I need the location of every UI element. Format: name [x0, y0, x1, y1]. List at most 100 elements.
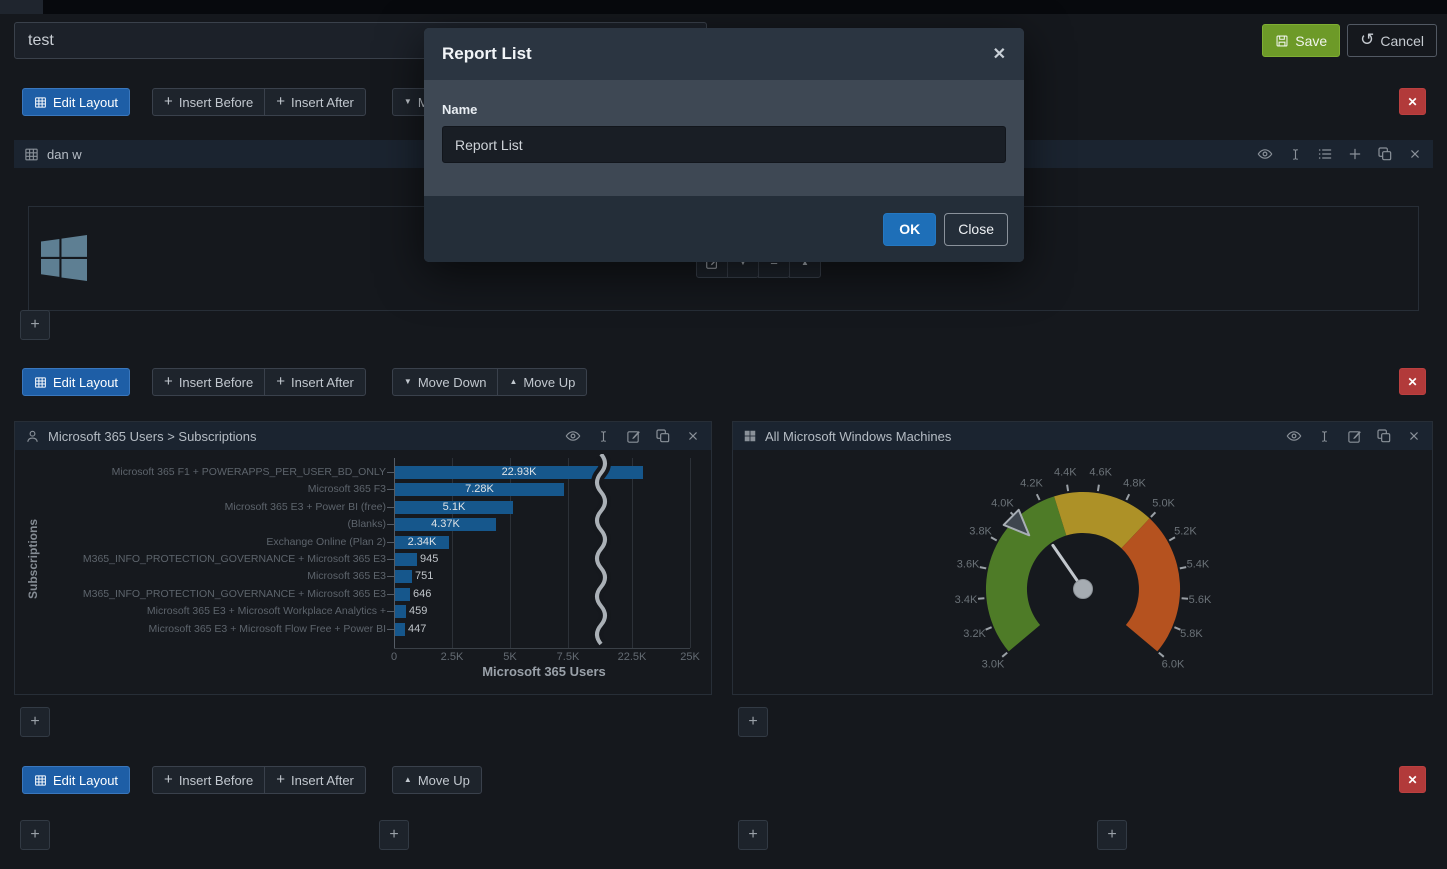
move-up-button[interactable]: ▲ Move Up: [497, 368, 587, 396]
bar-x-tick-label: 0: [372, 651, 416, 663]
move-up-label: Move Up: [523, 375, 575, 390]
bar-category-tick: [387, 524, 394, 525]
save-button[interactable]: Save: [1262, 24, 1340, 57]
gauge-tick: [1098, 485, 1099, 491]
bar-x-tick-label: 5K: [488, 651, 532, 663]
add-widget-button[interactable]: +: [20, 707, 50, 737]
bar-x-axis-line: [394, 648, 690, 649]
bar-category-label: Microsoft 365 E3 + Microsoft Workplace A…: [15, 605, 386, 618]
remove-section1-button[interactable]: ✕: [1399, 88, 1426, 115]
insert-after-button[interactable]: + Insert After: [264, 368, 366, 396]
person-icon: [25, 429, 40, 444]
close-icon[interactable]: [1407, 146, 1423, 162]
edit-pencil-icon[interactable]: [1346, 428, 1362, 444]
insert-before-button[interactable]: + Insert Before: [152, 88, 265, 116]
plus-icon: +: [164, 772, 173, 787]
add-widget-button[interactable]: +: [738, 820, 768, 850]
bar-category-label: Microsoft 365 E3 + Microsoft Flow Free +…: [15, 623, 386, 636]
gauge-tick-label: 4.8K: [1123, 477, 1146, 489]
ok-button[interactable]: OK: [883, 213, 936, 246]
insert-after-button[interactable]: + Insert After: [264, 88, 366, 116]
rename-text-cursor-icon[interactable]: [1287, 146, 1303, 162]
axis-break-squiggle: [591, 454, 611, 655]
move-down-label: Move Down: [418, 375, 487, 390]
list-icon[interactable]: [1317, 146, 1333, 162]
gauge-tick: [1151, 512, 1156, 517]
insert-group: + Insert Before + Insert After: [152, 88, 366, 116]
report-list-modal: Report List ✕ Name OK Close: [424, 28, 1024, 262]
edit-layout-button[interactable]: Edit Layout: [22, 766, 130, 794]
copy-icon[interactable]: [1376, 428, 1392, 444]
bar: [395, 553, 417, 566]
insert-before-button[interactable]: + Insert Before: [152, 368, 265, 396]
gauge-tick: [1037, 494, 1040, 500]
bar-header-icons: [565, 428, 701, 444]
insert-group: + Insert Before + Insert After: [152, 368, 366, 396]
copy-icon[interactable]: [1377, 146, 1393, 162]
gauge-tick: [1126, 494, 1129, 500]
preview-eye-icon[interactable]: [1257, 146, 1273, 162]
gauge-tick-label: 3.2K: [963, 628, 986, 640]
edit-layout-button[interactable]: Edit Layout: [22, 88, 130, 116]
gauge-needle-hub: [1074, 580, 1093, 599]
close-icon[interactable]: [1406, 428, 1422, 444]
add-widget-button[interactable]: +: [20, 310, 50, 340]
add-widget-button[interactable]: +: [1097, 820, 1127, 850]
preview-eye-icon[interactable]: [565, 428, 581, 444]
bar: [395, 623, 405, 636]
report-list-name-input[interactable]: [442, 126, 1006, 163]
remove-section2-button[interactable]: ✕: [1399, 368, 1426, 395]
add-widget-button[interactable]: +: [379, 820, 409, 850]
bar-chart-plot: 02.5K5K7.5K22.5K25KMicrosoft 365 F1 + PO…: [15, 450, 711, 694]
triangle-up-icon: ▲: [509, 378, 517, 386]
save-label: Save: [1295, 33, 1327, 49]
gauge-tick: [986, 627, 992, 630]
insert-before-button[interactable]: + Insert Before: [152, 766, 265, 794]
bar-value-label: 447: [408, 623, 426, 636]
cancel-button[interactable]: ↺ Cancel: [1347, 24, 1437, 57]
gauge-header-icons: [1286, 428, 1422, 444]
name-field-label: Name: [442, 102, 1006, 117]
top-strip: [0, 0, 1447, 14]
add-plus-icon[interactable]: [1347, 146, 1363, 162]
undo-icon: ↺: [1360, 31, 1374, 48]
close-icon[interactable]: [685, 428, 701, 444]
preview-eye-icon[interactable]: [1286, 428, 1302, 444]
bar-x-tick-label: 2.5K: [430, 651, 474, 663]
bar-x-tick-label: 25K: [668, 651, 712, 663]
top-actions: Save ↺ Cancel: [1262, 24, 1437, 57]
windows-icon: [743, 429, 757, 443]
bar-category-label: Exchange Online (Plan 2): [15, 536, 386, 549]
bar-category-label: M365_INFO_PROTECTION_GOVERNANCE + Micros…: [15, 588, 386, 601]
gauge-tick: [1182, 598, 1188, 599]
gauge-tick-label: 3.0K: [982, 658, 1005, 670]
gauge-tick: [1169, 537, 1175, 540]
bar-category-label: Microsoft 365 E3 + Power BI (free): [15, 501, 386, 514]
insert-after-label: Insert After: [291, 375, 354, 390]
rename-text-cursor-icon[interactable]: [1316, 428, 1332, 444]
gauge-tick-label: 5.4K: [1187, 559, 1210, 571]
gauge-tick: [1067, 485, 1068, 491]
add-widget-button[interactable]: +: [20, 820, 50, 850]
add-widget-button[interactable]: +: [738, 707, 768, 737]
bar-value-label: 5.1K: [395, 501, 513, 514]
insert-after-button[interactable]: + Insert After: [264, 766, 366, 794]
move-up-button[interactable]: ▲ Move Up: [392, 766, 482, 794]
modal-header: Report List ✕: [424, 28, 1024, 80]
rename-text-cursor-icon[interactable]: [595, 428, 611, 444]
modal-close-x-icon[interactable]: ✕: [993, 44, 1006, 64]
edit-pencil-icon[interactable]: [625, 428, 641, 444]
bar-category-tick: [387, 489, 394, 490]
bar: [395, 588, 410, 601]
close-button[interactable]: Close: [944, 213, 1008, 246]
copy-icon[interactable]: [655, 428, 671, 444]
edit-layout-button[interactable]: Edit Layout: [22, 368, 130, 396]
insert-before-label: Insert Before: [179, 95, 253, 110]
gauge-svg: 3.0K3.2K3.4K3.6K3.8K4.0K4.2K4.4K4.6K4.8K…: [733, 450, 1434, 696]
move-down-button[interactable]: ▼ Move Down: [392, 368, 499, 396]
remove-section3-button[interactable]: ✕: [1399, 766, 1426, 793]
triangle-up-icon: ▲: [404, 776, 412, 784]
gauge-tick: [1159, 653, 1164, 657]
section3-toolbar: Edit Layout + Insert Before + Insert Aft…: [22, 766, 482, 794]
bar-value-label: 459: [409, 605, 427, 618]
